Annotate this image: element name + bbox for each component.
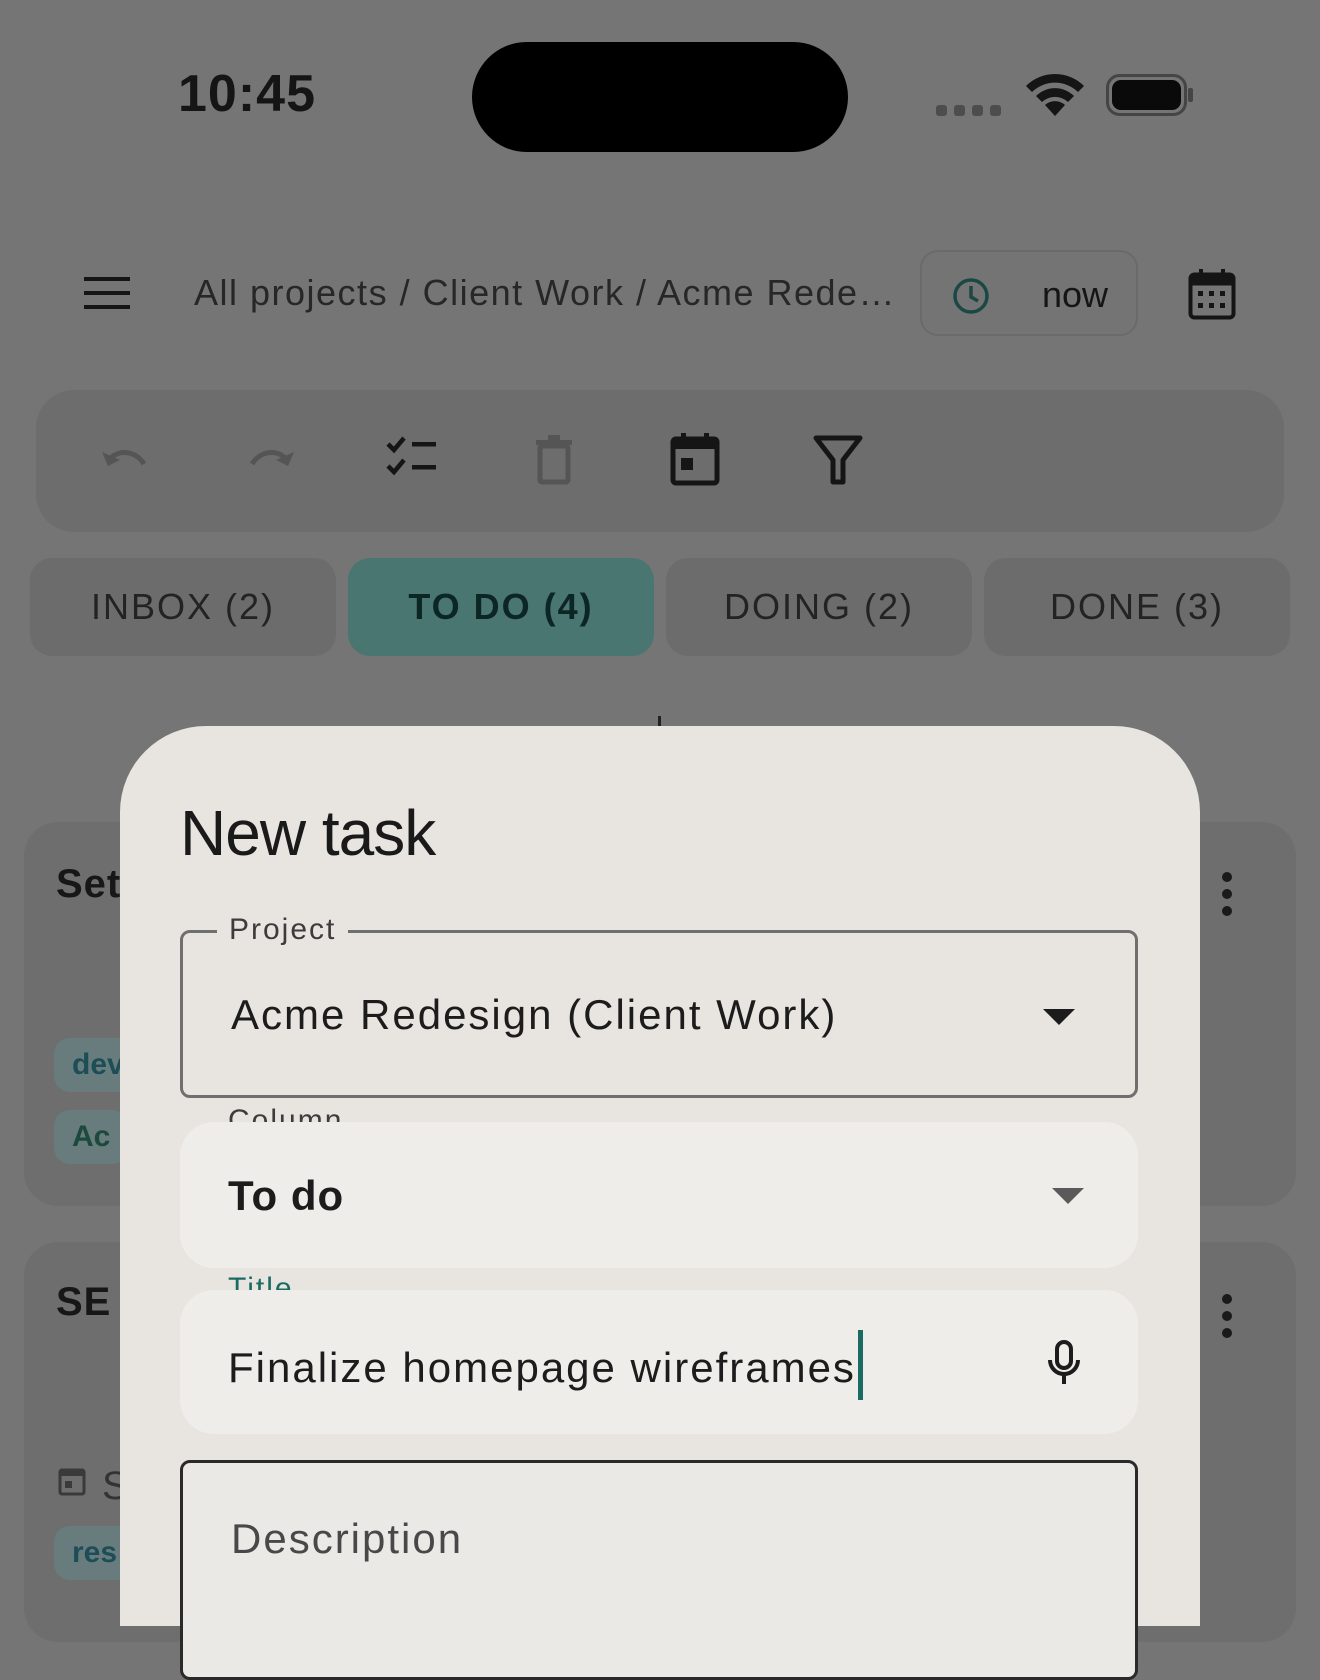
calendar-icon[interactable] [1188, 268, 1236, 320]
status-time: 10:45 [178, 65, 316, 123]
delete-icon[interactable] [526, 432, 582, 488]
chevron-down-icon [1052, 1188, 1084, 1204]
time-chip[interactable]: now [920, 250, 1138, 336]
description-input[interactable]: Description [180, 1460, 1138, 1680]
undo-icon[interactable] [98, 432, 154, 488]
column-value: To do [228, 1172, 345, 1219]
more-options-icon[interactable] [1222, 1294, 1232, 1345]
breadcrumb[interactable]: All projects / Client Work / Acme Rede… [194, 272, 910, 314]
project-label: Project [217, 913, 349, 947]
title-value: Finalize homepage wireframes [228, 1344, 856, 1392]
filter-icon[interactable] [810, 432, 866, 488]
battery-icon [1106, 74, 1193, 116]
cellular-signal-icon [936, 105, 1002, 117]
description-placeholder: Description [231, 1515, 464, 1562]
action-toolbar [36, 390, 1284, 532]
title-input[interactable]: Finalize homepage wireframes [180, 1290, 1138, 1434]
project-select[interactable]: Project Acme Redesign (Client Work) [180, 913, 1138, 1098]
time-chip-label: now [1042, 274, 1109, 315]
tab-todo[interactable]: TO DO (4) [348, 558, 654, 656]
tab-done[interactable]: DONE (3) [984, 558, 1290, 656]
redo-icon[interactable] [242, 432, 298, 488]
dynamic-island [472, 42, 848, 152]
tab-doing[interactable]: DOING (2) [666, 558, 972, 656]
calendar-small-icon [58, 1468, 86, 1496]
calendar-today-icon[interactable] [668, 432, 724, 488]
project-chip: Ac [54, 1110, 129, 1164]
task-card-title: SE [56, 1280, 112, 1324]
clock-icon [953, 278, 989, 314]
microphone-icon[interactable] [1046, 1340, 1082, 1386]
chevron-down-icon [1043, 1009, 1075, 1025]
column-select[interactable]: To do [180, 1122, 1138, 1268]
more-options-icon[interactable] [1222, 872, 1232, 923]
project-value: Acme Redesign (Client Work) [231, 991, 838, 1038]
tab-inbox[interactable]: INBOX (2) [30, 558, 336, 656]
menu-icon[interactable] [84, 276, 130, 310]
new-task-dialog: New task Project Acme Redesign (Client W… [120, 726, 1200, 1680]
task-card-title: Set [56, 862, 122, 906]
dialog-title: New task [180, 797, 436, 869]
text-cursor [857, 1330, 863, 1400]
checklist-icon[interactable] [384, 432, 440, 488]
wifi-icon [1026, 73, 1084, 116]
